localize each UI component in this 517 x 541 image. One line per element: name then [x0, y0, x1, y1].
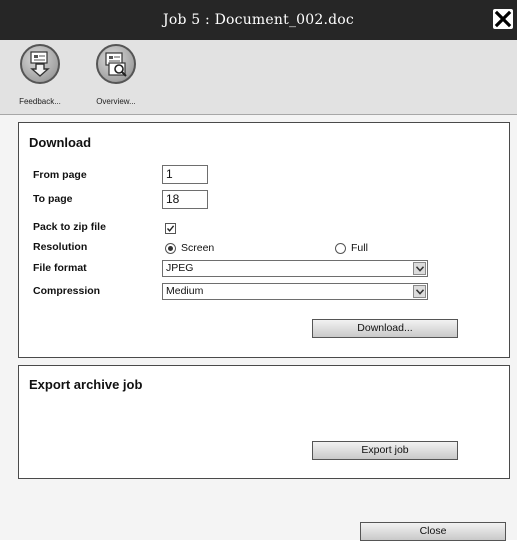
overview-button[interactable]: Overview...	[88, 44, 144, 112]
compression-select[interactable]: Medium	[162, 283, 428, 300]
toolbar: Feedback... Overview...	[0, 40, 517, 115]
overview-label: Overview...	[96, 97, 136, 106]
feedback-icon	[20, 44, 60, 84]
radio-selected-dot	[168, 246, 173, 251]
title-bar: Job 5 : Document_002.doc	[0, 0, 517, 40]
to-page-label: To page	[33, 193, 73, 205]
download-panel: Download From page 1 To page 18 Pack to …	[18, 122, 510, 358]
feedback-label: Feedback...	[19, 97, 61, 106]
file-format-value: JPEG	[166, 262, 194, 274]
from-page-input[interactable]: 1	[162, 165, 208, 184]
resolution-full-label: Full	[351, 242, 368, 254]
feedback-button[interactable]: Feedback...	[12, 44, 68, 112]
close-button[interactable]: Close	[360, 522, 506, 541]
download-button[interactable]: Download...	[312, 319, 458, 338]
export-job-button[interactable]: Export job	[312, 441, 458, 460]
file-format-label: File format	[33, 262, 87, 274]
file-format-select[interactable]: JPEG	[162, 260, 428, 277]
main-area: Download From page 1 To page 18 Pack to …	[0, 115, 517, 541]
from-page-label: From page	[33, 169, 87, 181]
download-heading: Download	[29, 135, 92, 150]
pack-zip-label: Pack to zip file	[33, 221, 106, 233]
chevron-down-icon	[413, 285, 426, 298]
checkmark-icon	[166, 225, 175, 232]
chevron-down-icon	[413, 262, 426, 275]
close-window-icon[interactable]	[493, 9, 513, 29]
export-heading: Export archive job	[29, 377, 143, 392]
pack-zip-checkbox[interactable]	[165, 223, 176, 234]
resolution-label: Resolution	[33, 241, 88, 253]
resolution-full-radio[interactable]	[335, 243, 346, 254]
window-title: Job 5 : Document_002.doc	[163, 12, 354, 28]
compression-label: Compression	[33, 285, 101, 297]
to-page-input[interactable]: 18	[162, 190, 208, 209]
overview-icon	[96, 44, 136, 84]
compression-value: Medium	[166, 285, 204, 297]
resolution-screen-radio[interactable]	[165, 243, 176, 254]
export-panel: Export archive job Export job	[18, 365, 510, 479]
resolution-screen-label: Screen	[181, 242, 215, 254]
